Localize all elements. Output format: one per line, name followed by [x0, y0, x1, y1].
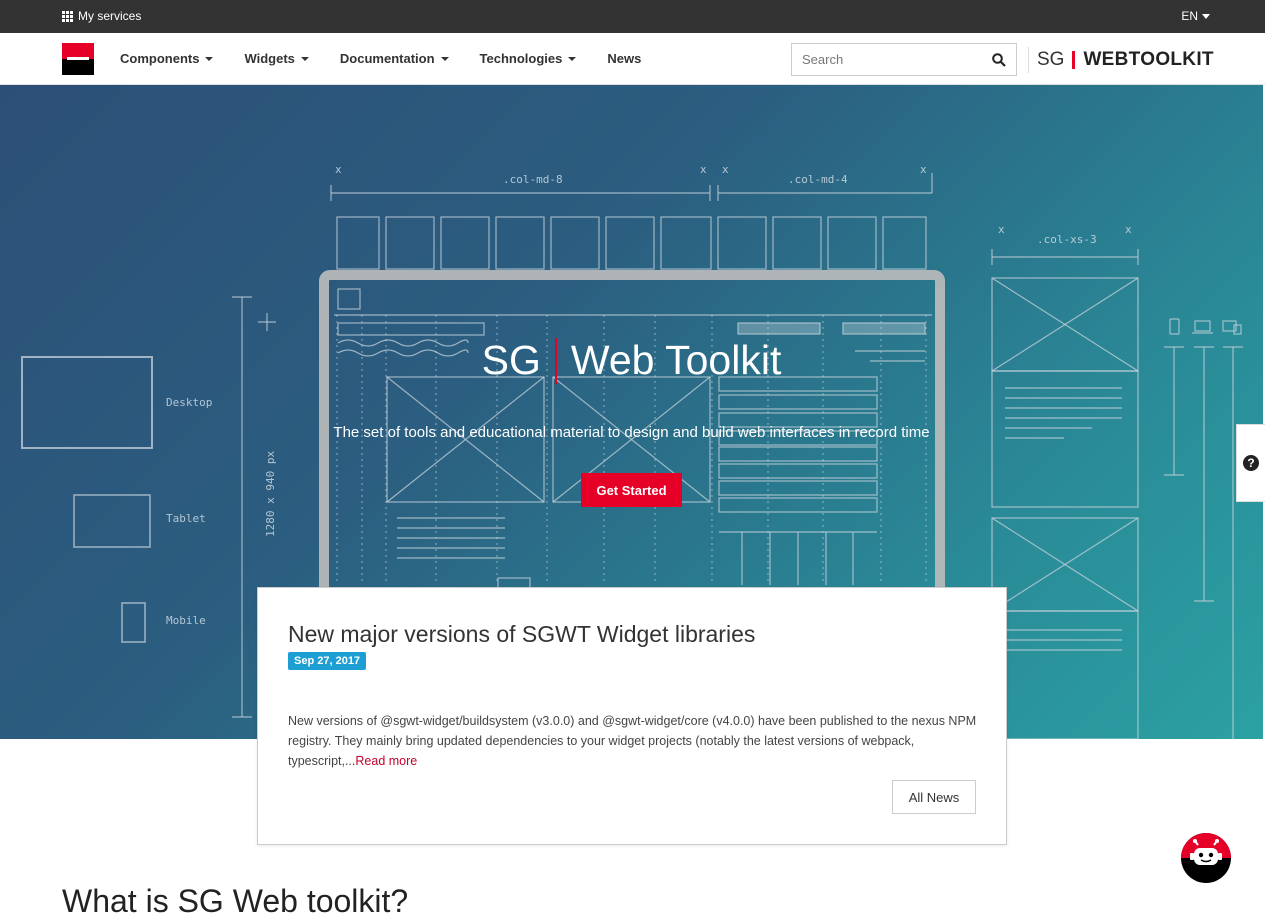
my-services-label: My services [78, 9, 142, 23]
search-input[interactable] [792, 44, 982, 75]
news-card: New major versions of SGWT Widget librar… [257, 587, 1007, 845]
nav-item-label: News [607, 51, 642, 66]
hero-subtitle: The set of tools and educational materia… [333, 424, 930, 441]
caret-down-icon [300, 56, 309, 61]
news-excerpt: New versions of @sgwt-widget/buildsystem… [288, 711, 978, 771]
caret-down-icon [440, 56, 449, 61]
nav-item-widgets[interactable]: Widgets [244, 51, 309, 66]
nav-item-label: Components [120, 51, 200, 66]
wireframe-x-mark: x [700, 163, 707, 176]
mobile-label: Mobile [166, 614, 206, 627]
top-services-bar: My services EN [0, 0, 1265, 33]
nav-item-news[interactable]: News [607, 51, 641, 66]
chatbot-button[interactable] [1181, 833, 1231, 883]
my-services-link[interactable]: My services [62, 9, 141, 23]
nav-menu: Components Widgets Documentation Technol… [120, 51, 641, 66]
nav-item-label: Widgets [244, 51, 295, 66]
chevron-down-icon [1202, 13, 1210, 19]
section-heading: What is SG Web toolkit? [62, 883, 409, 919]
search-box [791, 43, 1017, 76]
hero-title-divider [554, 337, 557, 384]
sg-logo[interactable] [62, 43, 94, 75]
news-date-badge: Sep 27, 2017 [288, 652, 367, 670]
dimension-label: 1280 x 940 px [264, 451, 277, 537]
wireframe-x-mark: x [722, 163, 729, 176]
tablet-label: Tablet [166, 512, 206, 525]
main-navbar: Components Widgets Documentation Technol… [0, 33, 1265, 85]
hero-title-sg: SG [481, 337, 541, 383]
desktop-label: Desktop [166, 396, 212, 409]
nav-item-components[interactable]: Components [120, 51, 214, 66]
wireframe-x-mark: x [1125, 223, 1132, 236]
help-tab[interactable]: ? [1236, 424, 1265, 502]
brand-name: WEBTOOLKIT [1083, 49, 1214, 70]
news-title[interactable]: New major versions of SGWT Widget librar… [288, 621, 755, 648]
wireframe-x-mark: x [998, 223, 1005, 236]
nav-item-label: Documentation [339, 51, 435, 66]
nav-item-documentation[interactable]: Documentation [340, 51, 449, 66]
all-news-button[interactable]: All News [892, 780, 976, 814]
robot-icon [1190, 839, 1222, 865]
col-md-8-label: .col-md-8 [503, 173, 563, 186]
question-icon: ? [1243, 455, 1259, 471]
hero-title: SG Web Toolkit [0, 337, 1263, 384]
brand-divider [1072, 51, 1076, 69]
nav-item-label: Technologies [479, 51, 563, 66]
brand-sg: SG [1037, 49, 1065, 70]
caret-down-icon [205, 56, 214, 61]
caret-down-icon [568, 56, 577, 61]
wireframe-x-mark: x [335, 163, 342, 176]
hero-title-name: Web Toolkit [570, 337, 782, 383]
nav-item-technologies[interactable]: Technologies [480, 51, 577, 66]
webtoolkit-brand[interactable]: SG WEBTOOLKIT [1028, 47, 1214, 73]
wireframe-x-mark: x [920, 163, 927, 176]
get-started-button[interactable]: Get Started [581, 473, 682, 507]
read-more-link[interactable]: Read more [355, 754, 417, 768]
language-selector[interactable]: EN [1181, 9, 1210, 23]
apps-grid-icon [62, 10, 74, 22]
language-label: EN [1181, 9, 1198, 23]
search-icon[interactable] [982, 44, 1016, 75]
col-xs-3-label: .col-xs-3 [1037, 233, 1097, 246]
col-md-4-label: .col-md-4 [788, 173, 848, 186]
